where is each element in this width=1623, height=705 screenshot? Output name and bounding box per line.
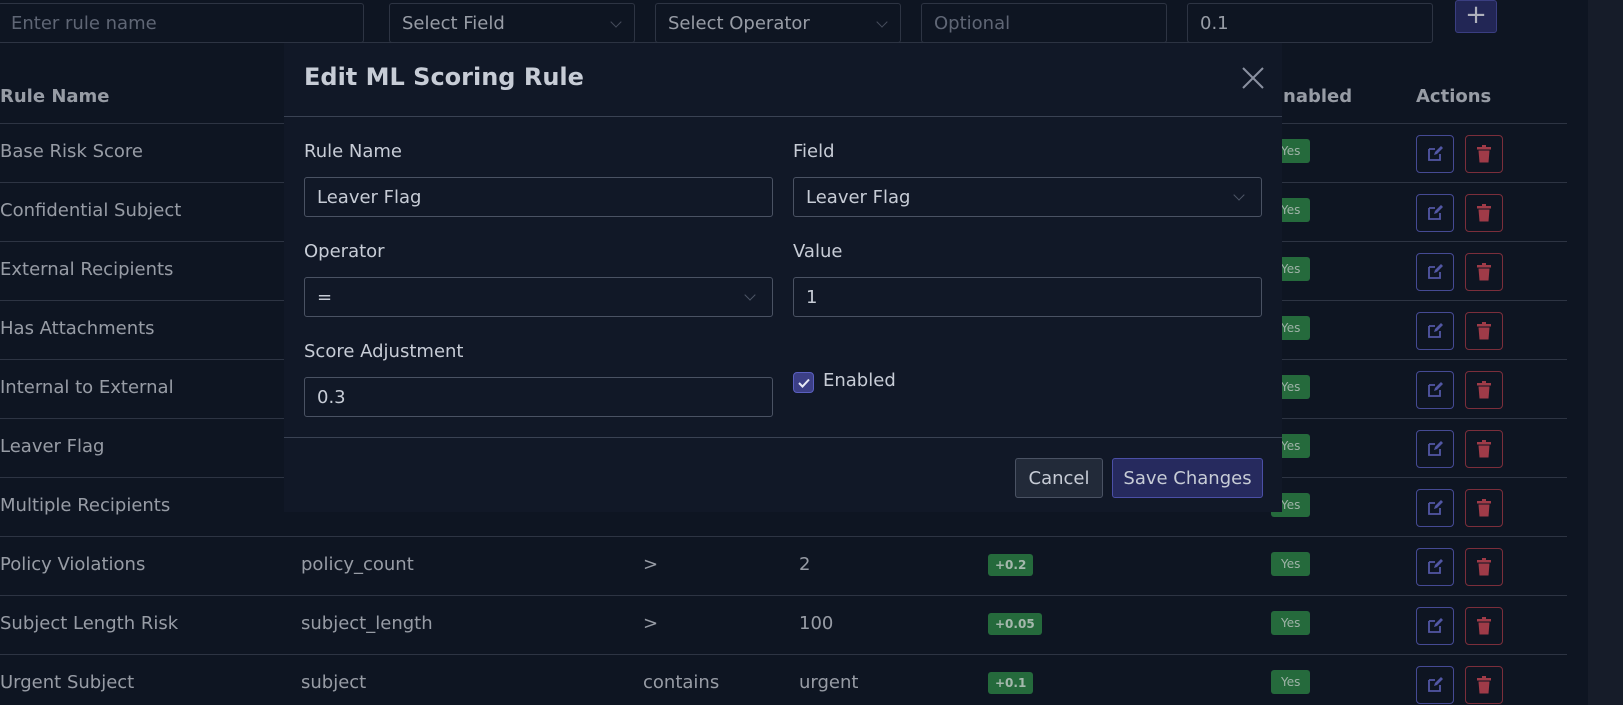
save-changes-button[interactable]: Save Changes [1112, 458, 1263, 498]
cancel-button[interactable]: Cancel [1015, 458, 1103, 498]
rule-name-label: Rule Name [304, 141, 403, 162]
chevron-down-icon [1233, 189, 1245, 201]
score-adjustment-field[interactable]: 0.3 [304, 377, 773, 417]
enabled-checkbox[interactable] [793, 372, 814, 393]
scoring-rules-page: Enter rule name Select Field Select Oper… [0, 0, 1623, 705]
edit-rule-modal: Edit ML Scoring Rule Rule Name Leaver Fl… [284, 42, 1282, 512]
modal-header: Edit ML Scoring Rule [284, 43, 1282, 117]
check-icon [797, 378, 810, 388]
modal-title: Edit ML Scoring Rule [304, 63, 584, 91]
field-select-value: Leaver Flag [806, 186, 911, 208]
operator-select[interactable]: = [304, 277, 773, 317]
value-field[interactable]: 1 [793, 277, 1262, 317]
close-icon[interactable] [1238, 63, 1268, 93]
operator-label: Operator [304, 241, 385, 262]
modal-divider [284, 437, 1282, 438]
score-adjustment-label: Score Adjustment [304, 341, 464, 362]
chevron-down-icon [744, 289, 756, 301]
value-label: Value [793, 241, 843, 262]
rule-name-field[interactable]: Leaver Flag [304, 177, 773, 217]
field-select[interactable]: Leaver Flag [793, 177, 1262, 217]
field-label: Field [793, 141, 835, 162]
operator-select-value: = [317, 286, 333, 308]
enabled-label: Enabled [823, 370, 896, 391]
